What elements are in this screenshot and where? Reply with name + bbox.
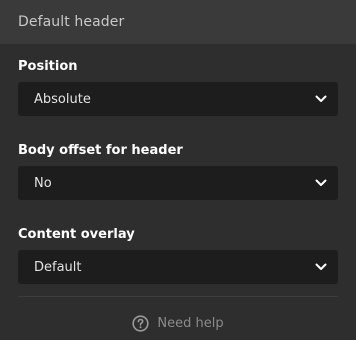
content-overlay-label: Content overlay [18, 227, 135, 242]
chevron-down-icon [314, 176, 328, 190]
content-overlay-field: Content overlay Default [18, 226, 338, 284]
body-offset-select-value: No [34, 175, 52, 191]
need-help-link[interactable]: Need help [0, 315, 356, 332]
chevron-down-icon [314, 260, 328, 274]
position-field: Position Absolute [18, 58, 338, 116]
body-offset-label: Body offset for header [18, 143, 183, 158]
body-offset-field: Body offset for header No [18, 142, 338, 200]
position-select[interactable]: Absolute [18, 82, 338, 116]
question-circle-icon [132, 315, 149, 332]
content-overlay-select-value: Default [34, 259, 82, 275]
need-help-label: Need help [157, 316, 224, 331]
panel-title: Default header [18, 14, 125, 30]
content-overlay-select[interactable]: Default [18, 250, 338, 284]
panel-header: Default header [0, 0, 356, 44]
body-offset-select[interactable]: No [18, 166, 338, 200]
divider [18, 296, 338, 297]
position-label: Position [18, 59, 78, 74]
chevron-down-icon [314, 92, 328, 106]
position-select-value: Absolute [34, 91, 91, 107]
